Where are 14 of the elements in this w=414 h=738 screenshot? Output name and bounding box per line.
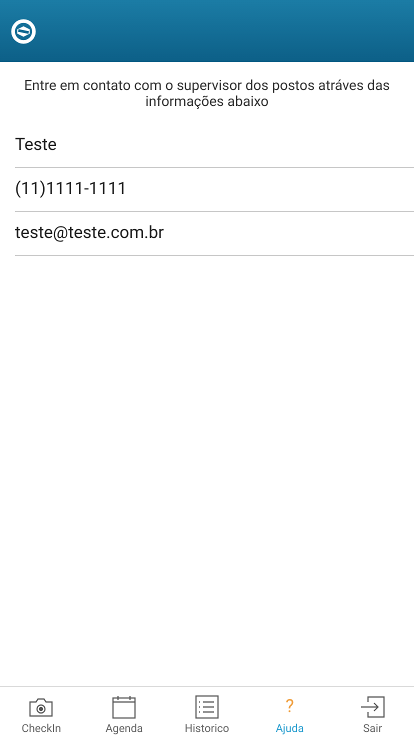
logo-icon[interactable] [11, 18, 36, 44]
intro-text: Entre em contato com o supervisor dos postos atráves das informações abaixo [23, 77, 391, 112]
question-mark-icon: ? [286, 695, 294, 719]
exit-icon [360, 695, 386, 719]
calendar-icon [111, 695, 138, 719]
contact-info-text: teste@teste.com.br [15, 222, 164, 245]
nav-tab[interactable]: Sair [331, 687, 414, 738]
nav-tab[interactable]: CheckIn [0, 687, 83, 738]
contact-info-text: Teste [15, 134, 57, 157]
contact-info-text: (11)1111-1111 [15, 178, 127, 201]
nav-tab[interactable]: ? Ajuda [248, 687, 332, 738]
nav-tab[interactable]: Historico [166, 687, 248, 738]
list-icon [194, 695, 220, 719]
nav-tab[interactable]: Agenda [82, 687, 166, 738]
